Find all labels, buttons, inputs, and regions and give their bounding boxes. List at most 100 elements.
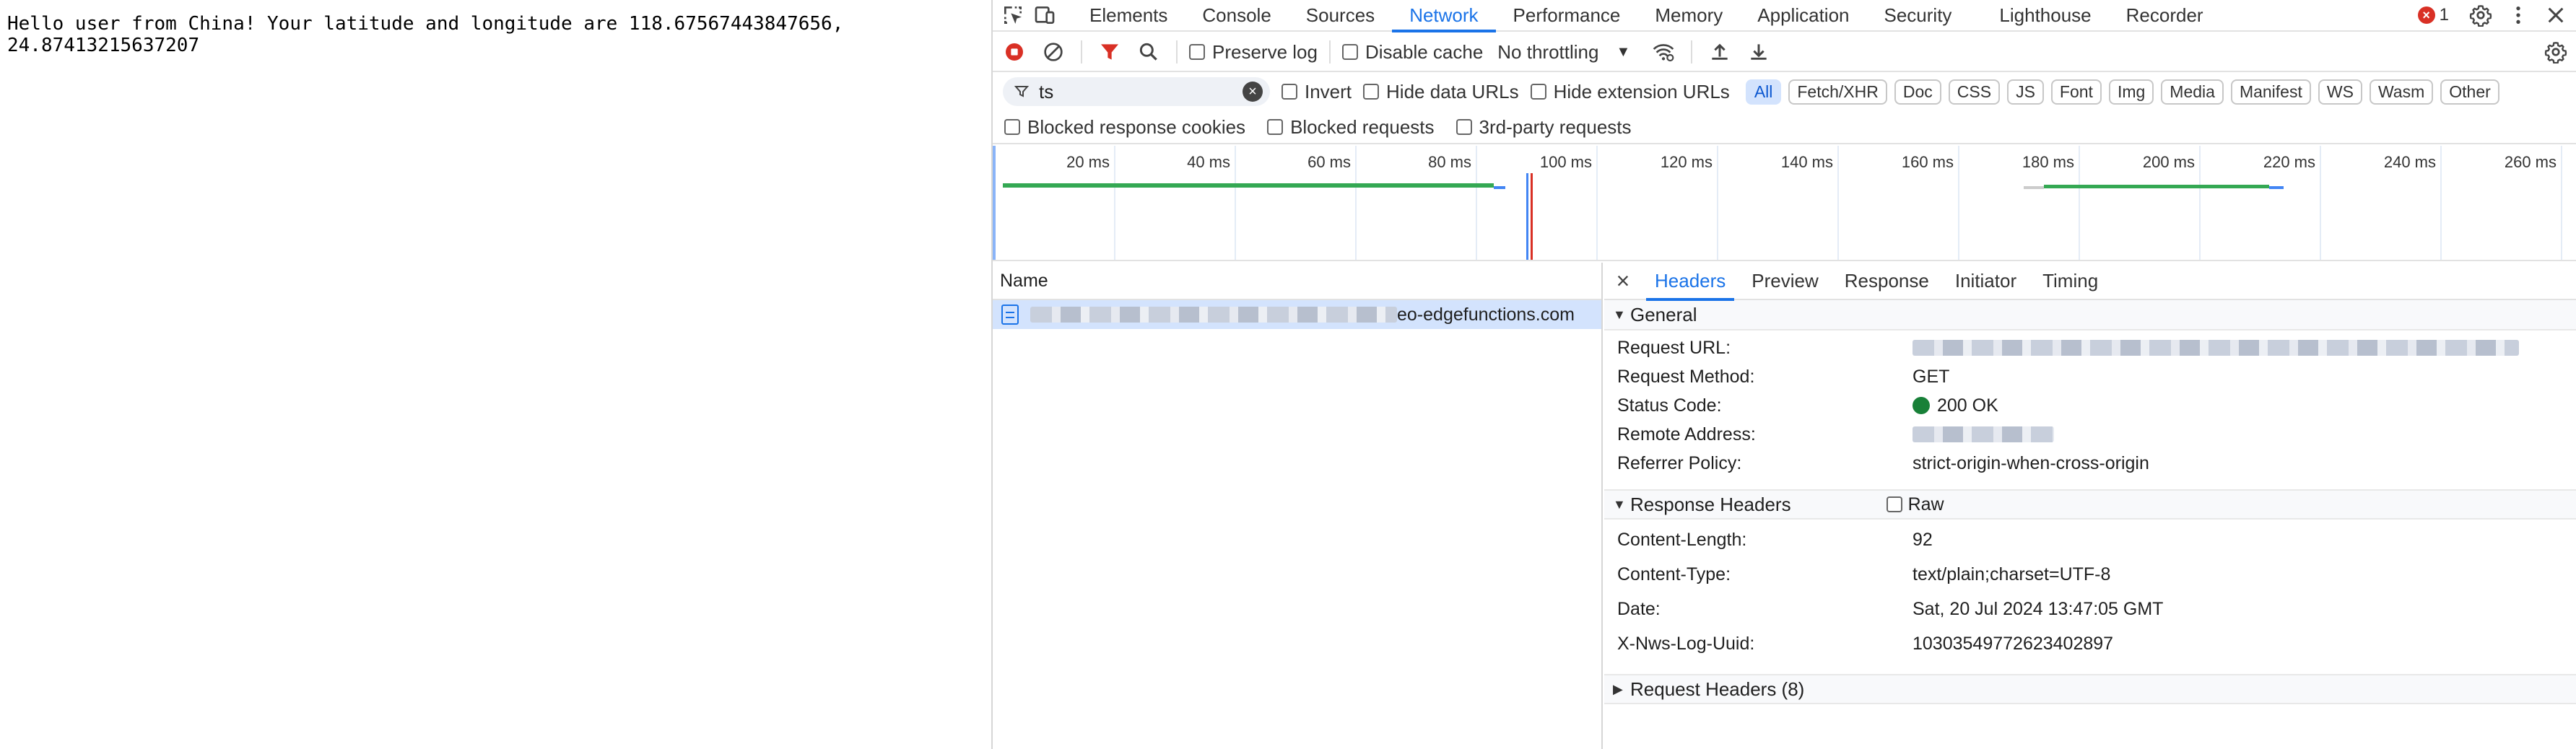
filter-input[interactable]: [1039, 80, 1234, 103]
invert-checkbox[interactable]: Invert: [1282, 81, 1352, 103]
settings-gear-icon[interactable]: [2465, 0, 2497, 31]
header-key: Date:: [1617, 598, 1661, 619]
request-bar-1-end: [1494, 186, 1505, 189]
third-party-requests-checkbox[interactable]: 3rd-party requests: [1455, 116, 1632, 139]
tab-network[interactable]: Network: [1392, 0, 1496, 32]
header-row-request-url: Request URL:: [1604, 333, 2576, 362]
filter-box[interactable]: ×: [1003, 77, 1270, 106]
close-details-icon[interactable]: ×: [1604, 262, 1642, 299]
network-overview-timeline[interactable]: 20 ms 40 ms 60 ms 80 ms 100 ms 120 ms 140 ms 16…: [993, 146, 2576, 261]
redacted-url: [1030, 307, 1397, 323]
inspect-element-icon[interactable]: [997, 0, 1029, 31]
page-text: Hello user from China! Your latitude and…: [7, 13, 844, 56]
request-headers-section-header[interactable]: ▶ Request Headers (8): [1604, 674, 2576, 704]
type-filter-js[interactable]: JS: [2007, 79, 2044, 105]
dom-content-loaded-marker: [1526, 173, 1528, 260]
hide-data-urls-checkbox[interactable]: Hide data URLs: [1363, 81, 1519, 103]
header-row-referrer-policy: Referrer Policy: strict-origin-when-cros…: [1604, 449, 2576, 478]
tab-performance[interactable]: Performance: [1496, 0, 1638, 31]
type-filter-font[interactable]: Font: [2050, 79, 2102, 105]
header-key: Remote Address:: [1617, 424, 1756, 444]
throttling-value: No throttling: [1497, 40, 1599, 63]
more-options-icon[interactable]: [2502, 0, 2534, 31]
hide-data-urls-label: Hide data URLs: [1386, 80, 1519, 102]
response-header-row: Date: Sat, 20 Jul 2024 13:47:05 GMT: [1604, 592, 2576, 626]
timeline-tick-label: 100 ms: [1539, 153, 1592, 171]
type-filter-all[interactable]: All: [1745, 79, 1782, 105]
details-tab-timing[interactable]: Timing: [2029, 262, 2111, 299]
type-filter-manifest[interactable]: Manifest: [2230, 79, 2311, 105]
preserve-log-checkbox[interactable]: Preserve log: [1189, 41, 1318, 63]
throttling-select[interactable]: No throttling ▼: [1497, 41, 1630, 63]
response-headers-section-header[interactable]: ▼ Response Headers Raw: [1604, 489, 2576, 520]
invert-box[interactable]: [1282, 84, 1297, 100]
clear-filter-icon[interactable]: ×: [1243, 82, 1263, 102]
type-filter-img[interactable]: Img: [2108, 79, 2154, 105]
filter-bar-secondary: Blocked response cookies Blocked request…: [993, 111, 2576, 144]
blocked-response-cookies-box[interactable]: [1004, 119, 1020, 135]
blocked-response-cookies-checkbox[interactable]: Blocked response cookies: [1004, 116, 1245, 139]
hide-data-urls-box[interactable]: [1363, 84, 1380, 100]
type-filter-other[interactable]: Other: [2440, 79, 2499, 105]
stop-recording-icon[interactable]: [998, 36, 1030, 68]
type-filter-css[interactable]: CSS: [1948, 79, 2001, 105]
network-settings-icon[interactable]: [2540, 36, 2572, 68]
blocked-response-cookies-label: Blocked response cookies: [1027, 115, 1246, 138]
preserve-log-box[interactable]: [1189, 44, 1205, 60]
table-row[interactable]: eo-edgefunctions.com: [993, 300, 1601, 329]
preserve-log-label: Preserve log: [1212, 40, 1318, 63]
type-filter-ws[interactable]: WS: [2318, 79, 2362, 105]
search-icon[interactable]: [1133, 36, 1165, 68]
import-har-icon[interactable]: [1704, 36, 1736, 68]
tab-console[interactable]: Console: [1185, 0, 1288, 31]
timeline-tick-label: 260 ms: [2504, 153, 2557, 171]
header-key: Content-Length:: [1617, 529, 1747, 550]
timeline-grid-line: [1596, 146, 1598, 260]
general-title: General: [1630, 303, 1697, 325]
timeline-tick-label: 180 ms: [2022, 153, 2074, 171]
clear-icon[interactable]: [1037, 36, 1069, 68]
blocked-requests-box[interactable]: [1267, 119, 1284, 135]
raw-checkbox[interactable]: Raw: [1886, 494, 1944, 515]
request-bar-2-start: [2024, 186, 2044, 189]
third-party-requests-box[interactable]: [1455, 119, 1472, 135]
type-filter-fetch-xhr[interactable]: Fetch/XHR: [1788, 79, 1887, 105]
blocked-requests-checkbox[interactable]: Blocked requests: [1267, 116, 1435, 139]
network-conditions-icon[interactable]: [1648, 36, 1679, 68]
tab-recorder[interactable]: Recorder: [2109, 0, 2221, 31]
device-toolbar-icon[interactable]: [1029, 0, 1061, 31]
export-har-icon[interactable]: [1743, 36, 1775, 68]
details-tab-preview[interactable]: Preview: [1739, 262, 1831, 299]
overview-start-handle[interactable]: [993, 146, 996, 260]
type-filter-doc[interactable]: Doc: [1894, 79, 1941, 105]
disable-cache-checkbox[interactable]: Disable cache: [1341, 41, 1483, 63]
name-column-header[interactable]: Name: [993, 263, 1601, 300]
type-filter-media[interactable]: Media: [2161, 79, 2224, 105]
details-tab-response[interactable]: Response: [1832, 262, 1942, 299]
type-filter-wasm[interactable]: Wasm: [2369, 79, 2434, 105]
toolbar-divider: [1328, 40, 1331, 63]
header-value: strict-origin-when-cross-origin: [1913, 452, 2149, 473]
tab-elements[interactable]: Elements: [1072, 0, 1185, 31]
request-details: × Headers Preview Response Initiator Timing …: [1604, 263, 2576, 749]
tab-lighthouse[interactable]: Lighthouse: [1982, 0, 2108, 31]
close-devtools-icon[interactable]: [2540, 0, 2572, 31]
raw-box[interactable]: [1886, 496, 1902, 512]
details-tab-headers[interactable]: Headers: [1642, 262, 1739, 301]
hide-extension-urls-checkbox[interactable]: Hide extension URLs: [1530, 81, 1730, 103]
general-section-header[interactable]: ▼ General: [1604, 300, 2576, 330]
tab-application[interactable]: Application: [1740, 0, 1866, 31]
filter-icon[interactable]: [1094, 36, 1126, 68]
details-tab-initiator[interactable]: Initiator: [1942, 262, 2029, 299]
header-key: X-Nws-Log-Uuid:: [1617, 633, 1755, 654]
tab-security[interactable]: Security: [1867, 0, 1970, 31]
tab-memory[interactable]: Memory: [1637, 0, 1740, 31]
request-bar-2: [2044, 185, 2269, 188]
tab-sources[interactable]: Sources: [1289, 0, 1392, 31]
disable-cache-box[interactable]: [1341, 44, 1358, 60]
error-count-badge[interactable]: × 1: [2417, 5, 2449, 25]
devtools-panel: Elements Console Sources Network Performance…: [991, 0, 2576, 749]
hide-extension-urls-box[interactable]: [1530, 84, 1546, 100]
triangle-down-icon: ▼: [1613, 307, 1626, 322]
header-value: text/plain;charset=UTF-8: [1913, 564, 2111, 584]
